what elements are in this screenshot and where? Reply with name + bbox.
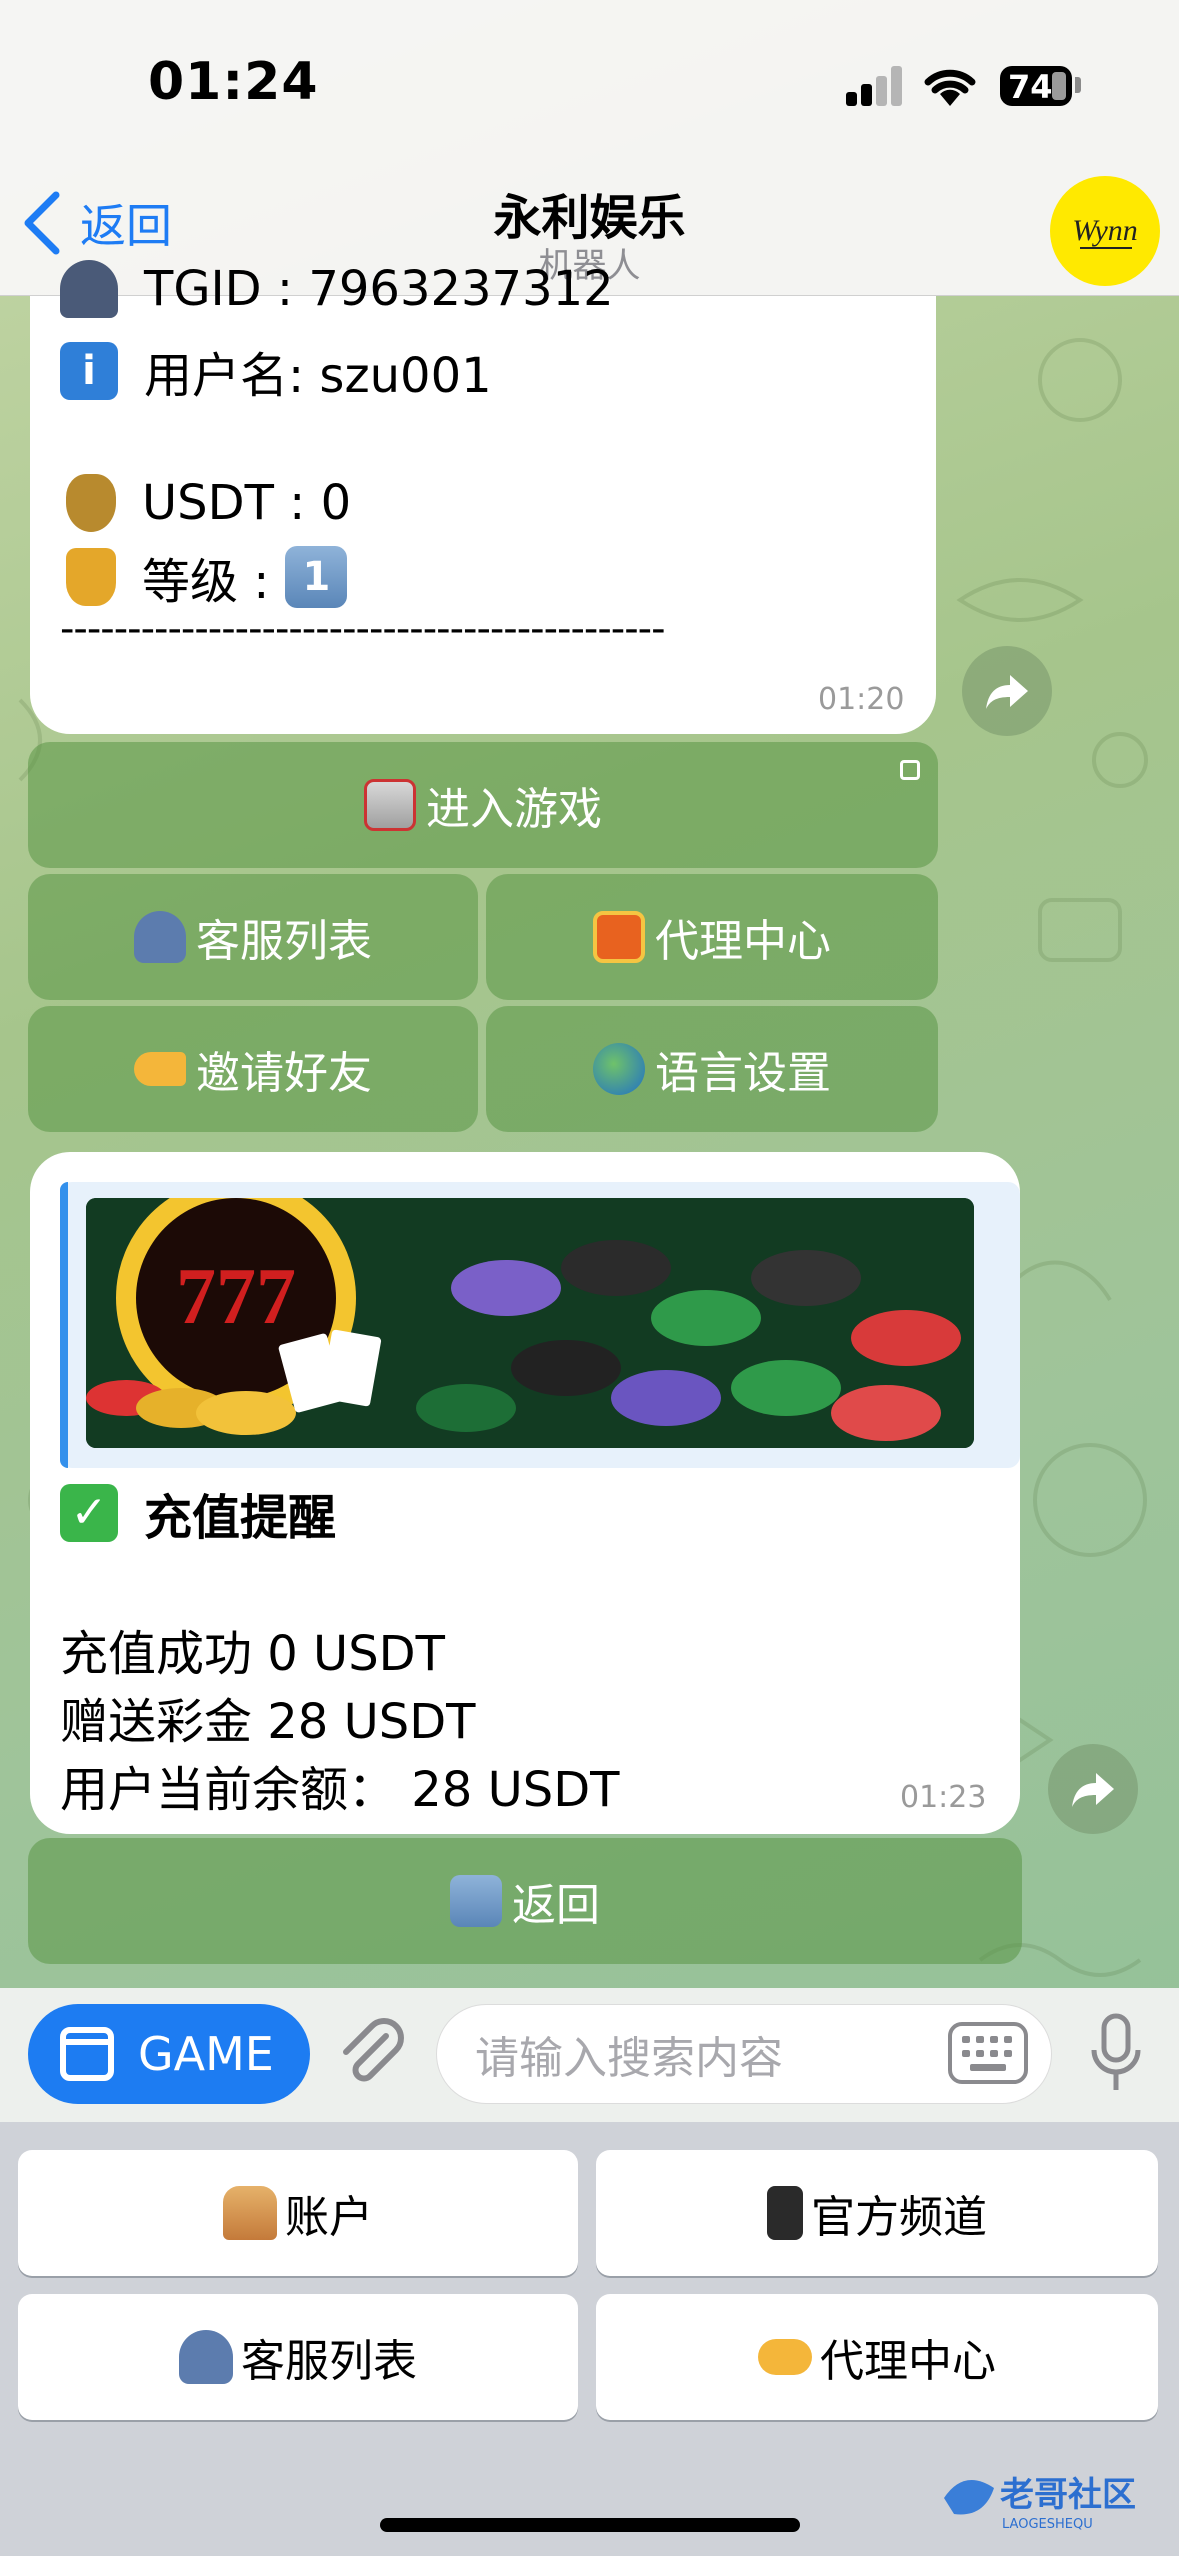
- share-arrow-icon: [1072, 1773, 1114, 1807]
- check-mark-icon: ✓: [60, 1484, 118, 1542]
- busts-icon: [179, 2330, 233, 2384]
- balance-line: 用户当前余额： 28 USDT: [60, 1762, 620, 1818]
- inline-back-button[interactable]: 返回: [28, 1838, 1022, 1964]
- enter-game-button[interactable]: 进入游戏: [28, 742, 938, 868]
- gift-icon: [593, 911, 645, 963]
- message-time: 01:20: [818, 682, 905, 717]
- window-icon: [60, 2027, 114, 2081]
- keyboard-icon[interactable]: [948, 2022, 1028, 2084]
- busts-icon: [134, 911, 186, 963]
- bonus-line: 赠送彩金 28 USDT: [60, 1694, 476, 1750]
- share-arrow-icon: [986, 675, 1028, 709]
- cellular-signal-icon: [846, 66, 904, 106]
- mobile-phone-icon: [767, 2186, 803, 2240]
- svg-text:777: 777: [176, 1253, 296, 1341]
- tgid-line: TGID : 7963237312: [60, 260, 614, 318]
- web-app-icon: [900, 760, 920, 780]
- level-one-badge: 1: [285, 546, 348, 608]
- forward-button[interactable]: [1048, 1744, 1138, 1834]
- username-line: i 用户名: szu001: [60, 336, 492, 406]
- casino-banner-image: 777: [86, 1198, 974, 1448]
- agent-center-button[interactable]: 代理中心: [486, 874, 938, 1000]
- return-arrow-icon: [450, 1875, 502, 1927]
- house-icon: [223, 2186, 277, 2240]
- recharge-success-line: 充值成功 0 USDT: [60, 1626, 445, 1682]
- bust-icon: [60, 260, 118, 318]
- wynn-logo: Wynn: [1072, 214, 1138, 249]
- home-indicator: [380, 2518, 800, 2532]
- support-list-button[interactable]: 客服列表: [28, 874, 478, 1000]
- globe-icon: [593, 1043, 645, 1095]
- game-menu-button[interactable]: GAME: [28, 2004, 310, 2104]
- battery-nub: [1075, 77, 1081, 93]
- handshake-icon: [758, 2339, 812, 2375]
- wifi-icon: [924, 69, 976, 106]
- status-bar: 01:24 74: [0, 0, 1179, 170]
- level-line: 等级 : 1: [66, 542, 348, 612]
- battery-level: 74: [1008, 68, 1053, 106]
- navigation-bar: 01:24 74 返回 永利娱乐 机器人 Wynn: [0, 0, 1179, 296]
- slot-machine-icon: [364, 779, 416, 831]
- watermark-logo: 老哥社区 LAOGESHEQU: [944, 2475, 1136, 2532]
- forward-button[interactable]: [962, 646, 1052, 736]
- support-list-reply-button[interactable]: 客服列表: [18, 2294, 578, 2420]
- official-channel-button[interactable]: 官方频道: [596, 2150, 1158, 2276]
- battery-icon: 74: [1000, 66, 1072, 106]
- agent-center-reply-button[interactable]: 代理中心: [596, 2294, 1158, 2420]
- usdt-line: USDT : 0: [66, 474, 351, 532]
- recharge-heading: ✓ 充值提醒: [60, 1478, 336, 1548]
- bot-avatar[interactable]: Wynn: [1050, 176, 1160, 286]
- trophy-icon: [66, 548, 116, 606]
- user-info-message: TGID : 7963237312 i 用户名: szu001 USDT : 0…: [30, 260, 936, 734]
- language-settings-button[interactable]: 语言设置: [486, 1006, 938, 1132]
- svg-text:老哥社区: 老哥社区: [1000, 2475, 1136, 2515]
- invite-friends-button[interactable]: 邀请好友: [28, 1006, 478, 1132]
- microphone-icon[interactable]: [1088, 2012, 1144, 2096]
- pointing-hand-icon: [134, 1052, 186, 1086]
- separator-line: ----------------------------------------…: [60, 606, 666, 652]
- account-button[interactable]: 账户: [18, 2150, 578, 2276]
- money-bag-icon: [66, 474, 116, 532]
- status-time: 01:24: [148, 52, 319, 112]
- avatar-text: Wynn: [1072, 214, 1138, 247]
- info-icon: i: [60, 342, 118, 400]
- message-time: 01:23: [900, 1780, 987, 1815]
- svg-text:LAOGESHEQU: LAOGESHEQU: [1002, 2517, 1093, 2532]
- attachment-icon[interactable]: [334, 2016, 410, 2092]
- recharge-message: 777 ✓ 充值提醒 充值成功 0 USDT 赠送彩金 28 USDT 用户当前…: [30, 1152, 1020, 1834]
